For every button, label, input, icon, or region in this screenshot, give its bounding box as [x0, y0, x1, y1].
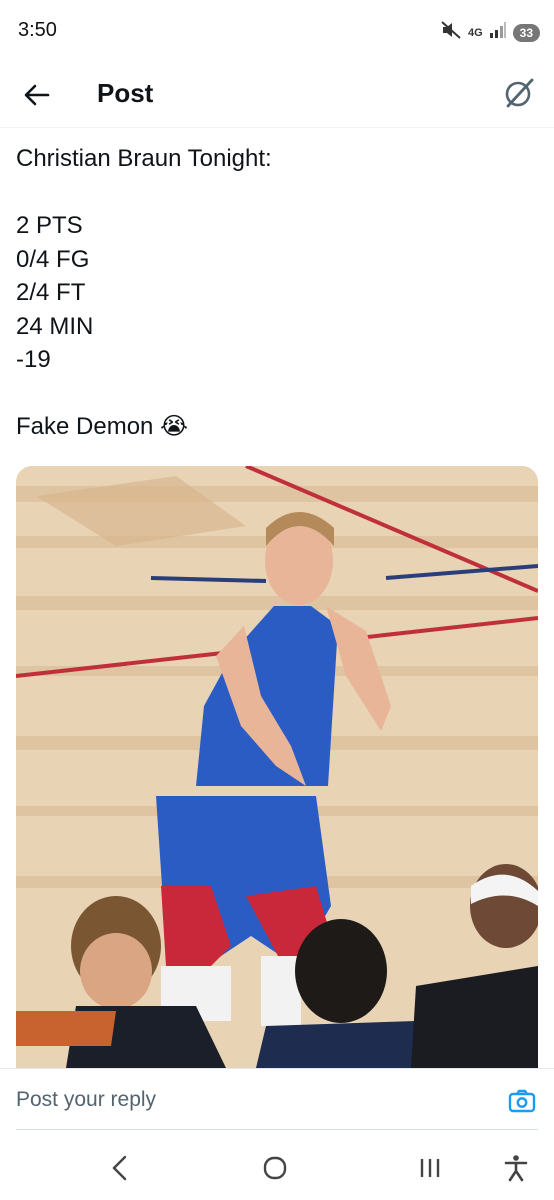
post-media-image[interactable] [16, 466, 538, 1068]
post-line: Fake Demon 😭 [16, 413, 189, 440]
post-line: 2 PTS [16, 212, 83, 239]
arrow-left-icon[interactable] [20, 78, 54, 112]
grok-icon[interactable] [502, 76, 536, 110]
mute-icon [440, 20, 462, 45]
signal-icon [489, 22, 507, 43]
post-line: 24 MIN [16, 312, 94, 340]
reply-input[interactable] [16, 1081, 486, 1119]
post-line [16, 176, 536, 210]
post-line: -19 [16, 346, 51, 373]
battery-indicator: 33 [512, 23, 540, 42]
status-bar: 3:50 4G 33 [0, 0, 554, 62]
network-label: 4G [467, 26, 483, 39]
post-line: 0/4 FG [16, 245, 90, 273]
home-circle-icon[interactable] [257, 1150, 293, 1186]
status-time: 3:50 [18, 19, 57, 41]
post-line: Christian Braun Tonight: [16, 145, 272, 172]
post-header: Post [0, 62, 554, 128]
recents-icon[interactable] [412, 1150, 448, 1186]
chevron-left-icon[interactable] [102, 1150, 138, 1186]
post-line [16, 377, 536, 411]
reply-bar [0, 1068, 554, 1131]
status-icons: 4G 33 [440, 20, 540, 45]
camera-icon[interactable] [508, 1087, 536, 1115]
post-line: 2/4 FT [16, 279, 86, 306]
accessibility-icon[interactable] [498, 1150, 534, 1186]
post-text: Christian Braun Tonight: 2 PTS 0/4 FG 2/… [16, 142, 536, 444]
android-nav-bar [0, 1130, 554, 1200]
page-title: Post [97, 78, 154, 108]
